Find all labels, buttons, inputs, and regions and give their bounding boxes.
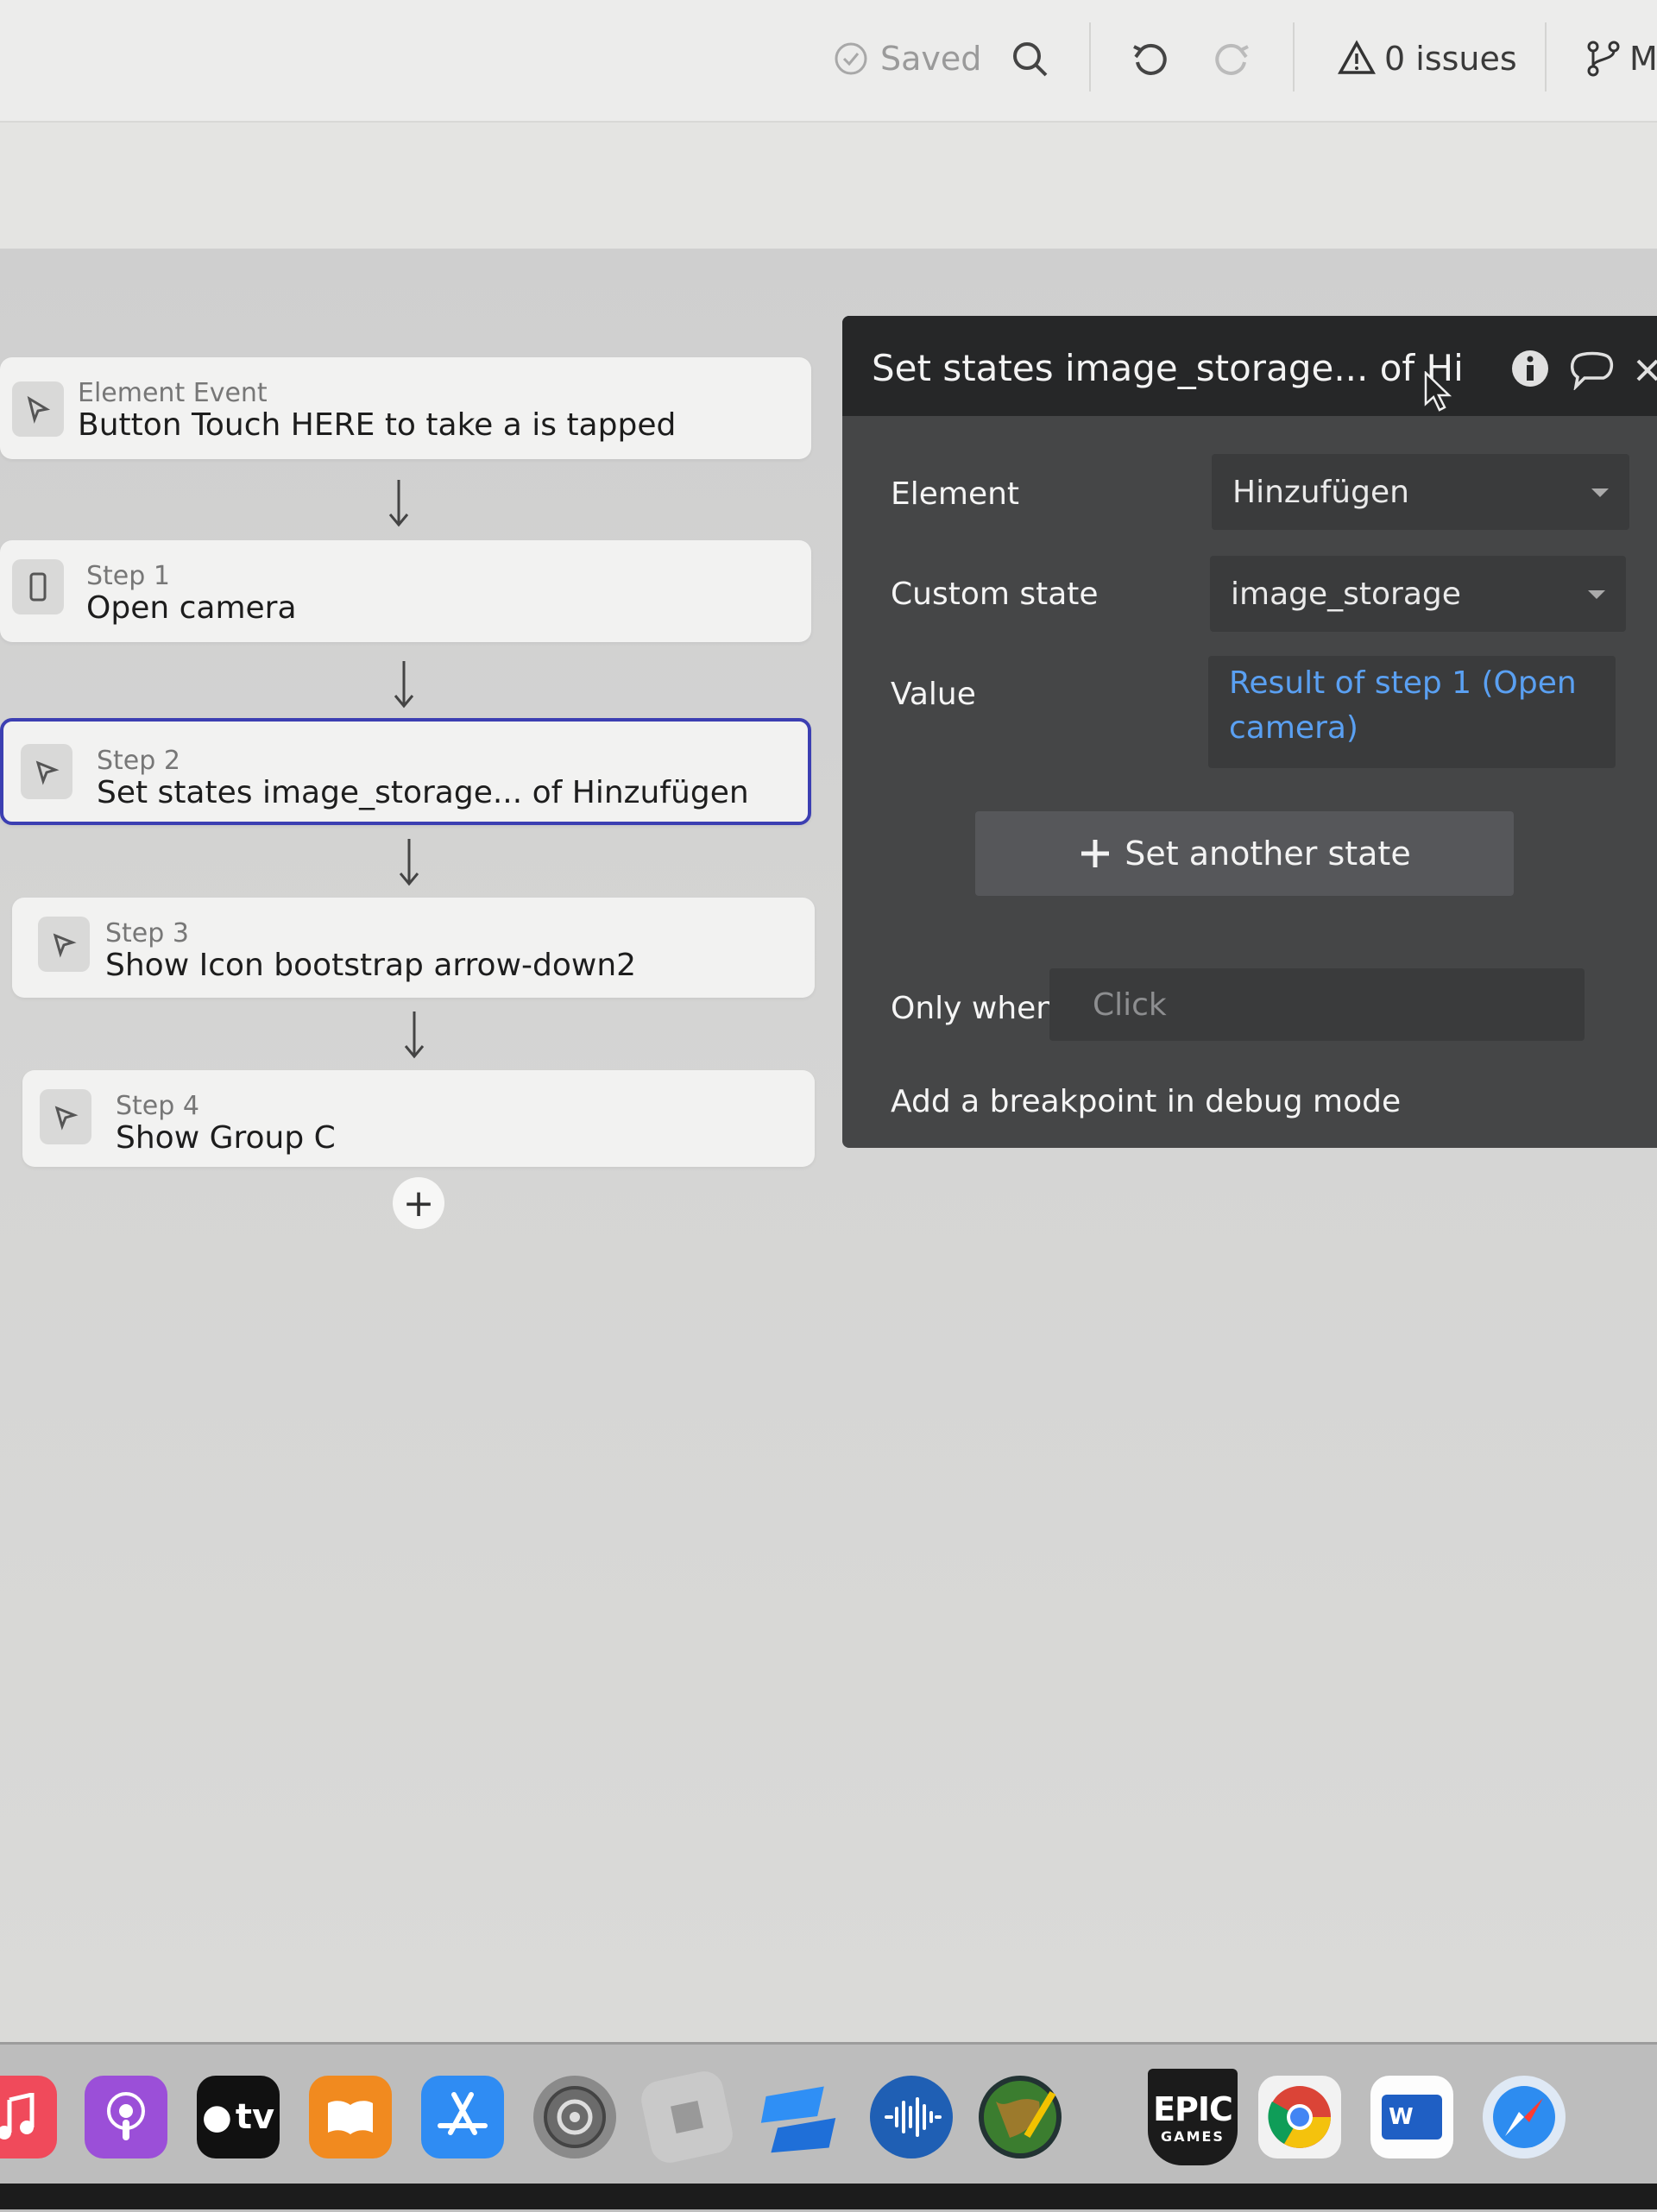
event-icon <box>12 381 64 437</box>
cursor-icon <box>54 1106 79 1131</box>
search-icon <box>1013 42 1048 77</box>
books-icon[interactable] <box>309 2076 392 2158</box>
epic-games-sub-label: GAMES <box>1161 2127 1225 2145</box>
editor-toolbar: Saved 0 issues M <box>0 0 1657 123</box>
value-expression-field[interactable]: Result of step 1 (Open camera) <box>1208 656 1616 768</box>
element-dropdown[interactable]: Hinzufügen <box>1212 454 1629 530</box>
step-label: Step 3 <box>105 918 189 948</box>
custom-state-label: Custom state <box>891 577 1099 612</box>
screen-bezel <box>0 2184 1657 2209</box>
step-icon <box>38 917 90 972</box>
plus-icon <box>1081 840 1110 867</box>
saved-status: Saved <box>834 33 981 85</box>
only-when-input[interactable]: Click <box>1049 968 1585 1041</box>
value-line-2: camera) <box>1229 710 1358 746</box>
arrow-down-icon <box>388 480 409 527</box>
value-label: Value <box>891 677 976 712</box>
search-button[interactable] <box>1010 33 1049 85</box>
chevron-down-icon <box>1588 590 1605 599</box>
xcode-globe-icon[interactable] <box>979 2076 1062 2158</box>
step-card-4[interactable]: Step 4 Show Group C <box>22 1070 815 1167</box>
set-another-state-button[interactable]: Set another state <box>975 811 1514 896</box>
value-line-1: Result of step 1 (Open <box>1229 665 1577 701</box>
roblox-icon[interactable] <box>638 2068 736 2166</box>
warning-icon <box>1338 40 1376 74</box>
info-icon[interactable] <box>1510 349 1550 388</box>
only-when-placeholder: Click <box>1093 987 1167 1023</box>
comment-icon[interactable] <box>1569 350 1614 390</box>
appletv-label: tv <box>235 2097 275 2137</box>
epic-games-icon[interactable]: EPIC GAMES <box>1148 2069 1238 2165</box>
event-type-label: Element Event <box>78 378 268 408</box>
branch-button[interactable]: M <box>1585 33 1657 85</box>
step-icon <box>12 559 64 614</box>
step-label: Step 1 <box>86 561 170 591</box>
step-title: Set states image_storage... of Hinzufüge… <box>97 775 749 810</box>
breakpoint-toggle[interactable]: Add a breakpoint in debug mode <box>891 1084 1401 1119</box>
toolbar-divider <box>1293 22 1295 91</box>
phone-icon <box>29 572 47 602</box>
event-card[interactable]: Element Event Button Touch HERE to take … <box>0 357 811 459</box>
panel-title: Set states image_storage... of Hi <box>872 347 1464 389</box>
roblox-studio-icon[interactable] <box>758 2076 841 2158</box>
step-title: Open camera <box>86 590 297 626</box>
mouse-pointer-icon <box>1424 371 1452 412</box>
step-icon <box>21 744 72 799</box>
branch-label: M <box>1629 40 1657 78</box>
issues-label: 0 issues <box>1384 40 1517 78</box>
custom-state-dropdown[interactable]: image_storage <box>1210 556 1626 632</box>
undo-button[interactable] <box>1129 33 1170 85</box>
cursor-icon <box>53 933 77 958</box>
editor-subbar <box>0 123 1657 249</box>
element-value: Hinzufügen <box>1232 475 1409 510</box>
chrome-icon[interactable] <box>1258 2076 1341 2158</box>
toolbar-divider <box>1545 22 1547 91</box>
appstore-icon[interactable] <box>421 2076 504 2158</box>
arrow-down-icon <box>394 661 414 709</box>
epic-games-label: EPIC <box>1153 2089 1233 2128</box>
action-panel: Set states image_storage... of Hi Elemen… <box>842 316 1657 1148</box>
custom-state-value: image_storage <box>1231 577 1461 612</box>
safari-icon[interactable] <box>1483 2076 1566 2158</box>
step-card-1[interactable]: Step 1 Open camera <box>0 540 811 642</box>
word-icon[interactable]: W <box>1370 2076 1453 2158</box>
step-title: Show Icon bootstrap arrow-down2 <box>105 948 637 983</box>
add-step-button[interactable]: + <box>393 1177 444 1229</box>
soundwave-icon[interactable] <box>870 2076 953 2158</box>
cursor-icon <box>35 760 60 785</box>
step-title: Show Group C <box>116 1120 336 1156</box>
appletv-icon[interactable]: ● tv <box>197 2076 280 2158</box>
check-circle-icon <box>835 42 867 75</box>
settings-icon[interactable] <box>533 2076 616 2158</box>
element-label: Element <box>891 476 1020 512</box>
music-icon[interactable] <box>0 2076 57 2158</box>
plus-icon: + <box>402 1181 435 1226</box>
set-another-state-label: Set another state <box>1125 835 1411 873</box>
arrow-down-icon <box>404 1011 425 1059</box>
arrow-down-icon <box>399 839 419 886</box>
toolbar-divider <box>1089 22 1091 91</box>
only-when-label: Only when <box>891 991 1056 1026</box>
saved-label: Saved <box>880 40 982 78</box>
redo-button[interactable] <box>1212 33 1253 85</box>
panel-header: Set states image_storage... of Hi <box>842 316 1657 416</box>
issues-button[interactable]: 0 issues <box>1338 33 1517 85</box>
step-label: Step 4 <box>116 1091 199 1121</box>
pointer-icon <box>27 395 51 424</box>
close-icon[interactable] <box>1635 356 1657 385</box>
redo-icon <box>1215 43 1249 75</box>
step-card-2[interactable]: Step 2 Set states image_storage... of Hi… <box>0 718 811 825</box>
podcasts-icon[interactable] <box>85 2076 167 2158</box>
chevron-down-icon <box>1591 488 1609 497</box>
step-label: Step 2 <box>97 746 180 776</box>
branch-icon <box>1587 41 1620 77</box>
undo-icon <box>1133 43 1167 75</box>
step-icon <box>40 1089 91 1144</box>
event-title: Button Touch HERE to take a is tapped <box>78 407 677 443</box>
step-card-3[interactable]: Step 3 Show Icon bootstrap arrow-down2 <box>12 898 815 998</box>
word-label: W <box>1382 2095 1442 2140</box>
